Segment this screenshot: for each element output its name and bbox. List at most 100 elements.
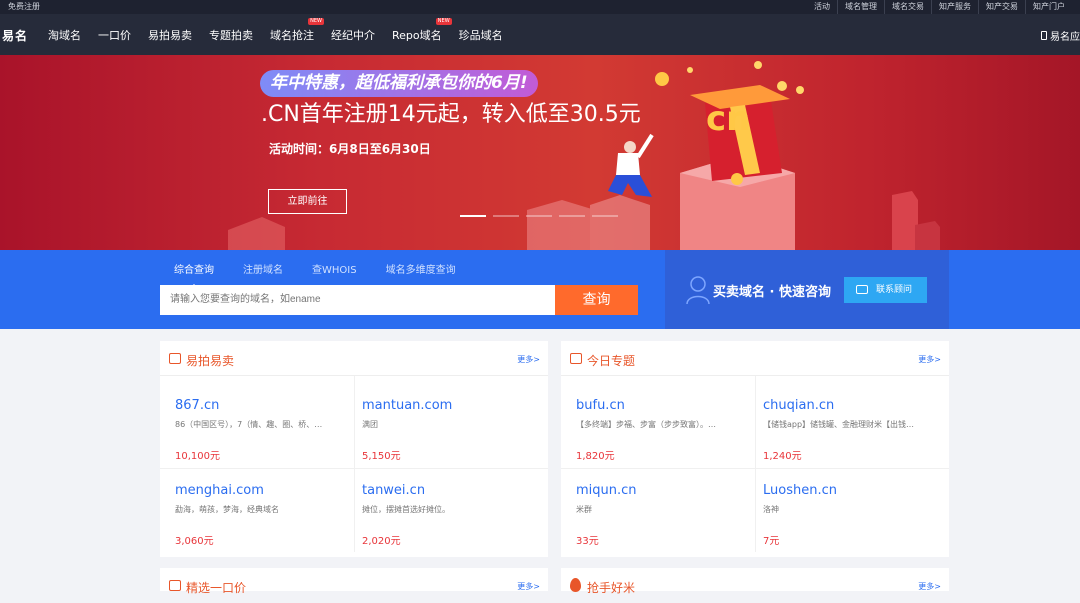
domain-name[interactable]: bufu.cn (576, 398, 751, 414)
card-header: 精选一口价 更多> (160, 568, 548, 603)
carousel-dot[interactable] (493, 215, 519, 217)
contact-advisor-button[interactable]: 联系顾问 (844, 277, 927, 303)
promo-tag: 年中特惠，超低福利承包你的6月! (260, 70, 538, 97)
carousel-dot[interactable] (526, 215, 552, 217)
domain-price: 5,150元 (362, 451, 401, 462)
divider (354, 376, 355, 552)
domain-name[interactable]: chuqian.cn (763, 398, 938, 414)
consult-panel: 买卖域名 · 快速咨询 联系顾问 (665, 250, 949, 329)
card-yipaiyimai: 易拍易卖 更多> 867.cn 86（中国区号），7（情、趣、圈、桥、… 10,… (160, 341, 548, 557)
list-item[interactable]: bufu.cn 【多终端】步福、步富（步步致富）。… 1,820元 (576, 398, 751, 462)
list-item[interactable]: miqun.cn 米群 33元 (576, 483, 751, 547)
phone-icon (1041, 31, 1047, 40)
register-link[interactable]: 免费注册 (8, 0, 40, 14)
card-featured-fixed-price: 精选一口价 更多> (160, 568, 548, 595)
top-link-domain-manage[interactable]: 域名管理 (837, 0, 884, 14)
domain-desc: 勐海，萌孩，梦海，经典域名 (175, 505, 279, 514)
card-title: 易拍易卖 (186, 354, 235, 368)
domain-desc: 满团 (362, 420, 378, 429)
nav-items: 淘域名 一口价 易拍易卖 专题拍卖 域名抢注 NEW 经纪中介 Repo域名 NEW… (48, 14, 520, 55)
list-item[interactable]: 867.cn 86（中国区号），7（情、趣、圈、桥、… 10,100元 (175, 398, 350, 462)
list-item[interactable]: chuqian.cn 【储钱app】储钱罐、金融理财米【出钱… 1,240元 (763, 398, 938, 462)
main-nav: 易名 淘域名 一口价 易拍易卖 专题拍卖 域名抢注 NEW 经纪中介 Repo域名… (0, 14, 1080, 55)
go-now-button[interactable]: 立即前往 (268, 189, 347, 214)
divider (755, 376, 756, 552)
nav-item-qiangzhu[interactable]: 域名抢注 NEW (270, 17, 324, 43)
top-link-ip-trade[interactable]: 知产交易 (978, 0, 1025, 14)
domain-name[interactable]: tanwei.cn (362, 483, 537, 499)
logo[interactable]: 易名 (2, 27, 28, 44)
domain-desc: 【储钱app】储钱罐、金融理财米【出钱… (763, 420, 915, 429)
card-header: 易拍易卖 更多> (160, 341, 548, 376)
chat-icon (856, 285, 868, 294)
domain-desc: 【多终端】步福、步富（步步致富）。… (576, 420, 716, 429)
domain-name[interactable]: menghai.com (175, 483, 350, 499)
card-title: 抢手好米 (587, 581, 636, 595)
nav-item-taoyuming[interactable]: 淘域名 (48, 27, 81, 43)
nav-item-yikoujia[interactable]: 一口价 (98, 27, 131, 43)
carousel-dot[interactable] (559, 215, 585, 217)
flame-icon (570, 578, 581, 592)
carousel-dot[interactable] (592, 215, 618, 217)
mobile-app-link[interactable]: 易名应 (1041, 28, 1080, 43)
nav-item-repo[interactable]: Repo域名 NEW (392, 17, 452, 43)
consult-text: 买卖域名 · 快速咨询 (713, 285, 831, 300)
card-title: 今日专题 (587, 354, 636, 368)
carousel-indicators (460, 215, 625, 217)
top-bar: 免费注册 活动 域名管理 域名交易 知产服务 知产交易 知产门户 (0, 0, 1080, 14)
domain-price: 1,820元 (576, 451, 615, 462)
top-link-activity[interactable]: 活动 (807, 0, 837, 14)
domain-price: 1,240元 (763, 451, 802, 462)
card-header: 抢手好米 更多> (561, 568, 949, 603)
card-today-topic: 今日专题 更多> bufu.cn 【多终端】步福、步富（步步致富）。… 1,82… (561, 341, 949, 557)
more-link[interactable]: 更多> (517, 354, 540, 365)
domain-price: 2,020元 (362, 536, 401, 547)
top-link-ip-portal[interactable]: 知产门户 (1025, 0, 1072, 14)
more-link[interactable]: 更多> (918, 354, 941, 365)
domain-name[interactable]: mantuan.com (362, 398, 537, 414)
domain-desc: 洛神 (763, 505, 779, 514)
search-button[interactable]: 查询 (555, 285, 638, 315)
nav-item-zhuanti[interactable]: 专题拍卖 (209, 27, 253, 43)
tag-icon (169, 580, 181, 591)
search-tabs: 综合查询 注册域名 查WHOIS 域名多维度查询 (174, 261, 485, 288)
domain-name[interactable]: Luoshen.cn (763, 483, 938, 499)
domain-price: 33元 (576, 536, 599, 547)
new-badge: NEW (435, 17, 452, 25)
tab-general-query[interactable]: 综合查询 (174, 261, 214, 288)
calendar-icon (570, 353, 582, 364)
top-link-domain-trade[interactable]: 域名交易 (884, 0, 931, 14)
list-item[interactable]: mantuan.com 满团 5,150元 (362, 398, 537, 462)
tab-whois[interactable]: 查WHOIS (312, 261, 357, 282)
nav-item-jingji[interactable]: 经纪中介 (331, 27, 375, 43)
more-link[interactable]: 更多> (517, 581, 540, 592)
top-link-ip-service[interactable]: 知产服务 (931, 0, 978, 14)
domain-name[interactable]: 867.cn (175, 398, 350, 414)
banner-headline: .CN首年注册14元起，转入低至30.5元 (261, 102, 641, 127)
nav-item-yipaiyimai[interactable]: 易拍易卖 (148, 27, 192, 43)
banner-illustration: cn (228, 61, 940, 250)
tab-multi-query[interactable]: 域名多维度查询 (386, 261, 456, 282)
more-link[interactable]: 更多> (918, 581, 941, 592)
domain-price: 10,100元 (175, 451, 220, 462)
card-hot-domains: 抢手好米 更多> (561, 568, 949, 595)
list-item[interactable]: Luoshen.cn 洛神 7元 (763, 483, 938, 547)
top-links: 活动 域名管理 域名交易 知产服务 知产交易 知产门户 (807, 0, 1072, 14)
card-header: 今日专题 更多> (561, 341, 949, 376)
person-icon (686, 276, 710, 305)
carousel-dot[interactable] (460, 215, 486, 217)
nav-item-zhenpin[interactable]: 珍品域名 (459, 27, 503, 43)
list-item[interactable]: tanwei.cn 摊位，摆摊首选好摊位。 2,020元 (362, 483, 537, 547)
list-item[interactable]: menghai.com 勐海，萌孩，梦海，经典域名 3,060元 (175, 483, 350, 547)
domain-price: 7元 (763, 536, 780, 547)
new-badge: NEW (308, 17, 324, 25)
domain-search-input[interactable] (160, 285, 555, 315)
promo-banner[interactable]: cn 年中特惠，超低福利承包你的6月! .CN首年注册14元起，转入低至30.5… (0, 55, 1080, 250)
domain-desc: 米群 (576, 505, 592, 514)
activity-period: 活动时间：6月8日至6月30日 (269, 142, 431, 156)
card-title: 精选一口价 (186, 581, 247, 595)
domain-name[interactable]: miqun.cn (576, 483, 751, 499)
divider (561, 468, 949, 469)
tab-register-domain[interactable]: 注册域名 (243, 261, 283, 282)
domain-desc: 86（中国区号），7（情、趣、圈、桥、… (175, 420, 323, 429)
